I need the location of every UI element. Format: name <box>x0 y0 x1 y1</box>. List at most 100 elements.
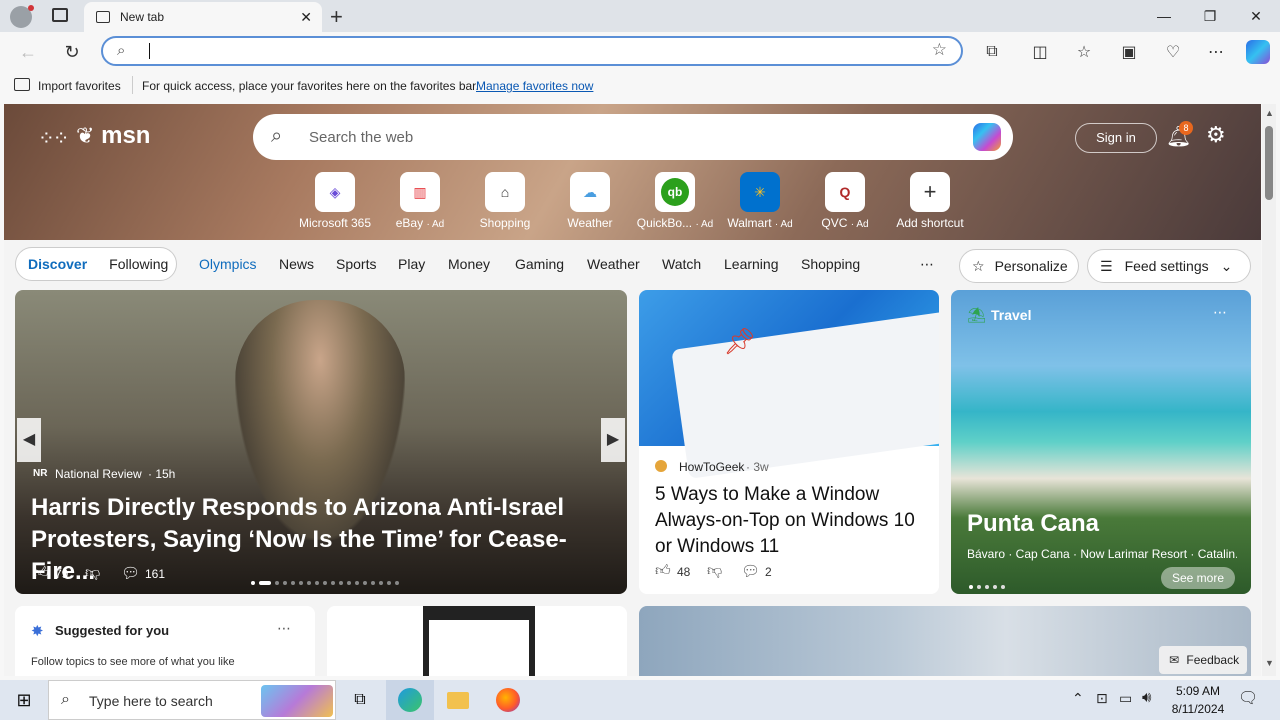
copilot-icon[interactable] <box>1246 40 1270 64</box>
more-options-icon[interactable]: ⋯ <box>277 620 291 637</box>
shortcut-weather[interactable]: ☁ Weather <box>548 172 632 230</box>
nav-play[interactable]: Play <box>398 256 425 272</box>
hero-article-card[interactable]: ◀ ▶ NR National Review · 15h Harris Dire… <box>15 290 627 594</box>
favorites-hint: For quick access, place your favorites h… <box>142 79 479 93</box>
see-more-button[interactable]: See more <box>1161 567 1235 589</box>
address-input[interactable] <box>149 43 150 59</box>
personalize-button[interactable]: ☆ Personalize <box>959 249 1079 283</box>
nav-more-icon[interactable]: ⋯ <box>920 256 934 273</box>
show-hidden-icons-chevron-icon[interactable]: ⌃ <box>1072 690 1084 707</box>
volume-icon[interactable]: 🔊︎ <box>1142 689 1151 706</box>
like-icon[interactable]: 👍︎ <box>33 564 49 582</box>
article-card[interactable]: 📌︎ HowToGeek · 3w 5 Ways to Make a Windo… <box>639 290 939 594</box>
firefox-button[interactable] <box>484 680 532 720</box>
manage-favorites-link[interactable]: Manage favorites now <box>476 79 593 93</box>
wide-article-card[interactable]: ✉ Feedback <box>639 606 1251 676</box>
travel-title[interactable]: Punta Cana <box>967 510 1099 538</box>
new-tab-button[interactable]: + <box>330 4 343 30</box>
msn-search-box[interactable]: ⌕ Search the web <box>253 114 1013 160</box>
product-card[interactable] <box>327 606 627 676</box>
scrollbar-thumb[interactable] <box>1265 126 1273 200</box>
start-button[interactable]: ⊞ <box>0 680 48 720</box>
comment-icon[interactable]: 💬︎ <box>741 562 760 580</box>
shortcut-shopping[interactable]: ⌂ Shopping <box>463 172 547 230</box>
nav-watch[interactable]: Watch <box>662 256 701 272</box>
travel-category[interactable]: Travel <box>991 307 1031 323</box>
article-source[interactable]: HowToGeek <box>679 460 744 474</box>
more-menu-icon[interactable]: ⋯ <box>1204 40 1228 64</box>
tab-title: New tab <box>120 10 165 24</box>
nav-money[interactable]: Money <box>448 256 490 272</box>
close-window-button[interactable]: ✕ <box>1233 0 1279 32</box>
close-tab-icon[interactable]: ✕ <box>300 9 312 26</box>
refresh-icon[interactable]: ↻ <box>60 40 84 64</box>
tab-discover[interactable]: Discover <box>28 256 87 272</box>
travel-carousel-dots[interactable] <box>969 576 1009 594</box>
shortcut-qvc[interactable]: Q QVC · Ad <box>803 172 887 230</box>
file-explorer-button[interactable] <box>434 680 482 720</box>
feedback-button[interactable]: ✉ Feedback <box>1159 646 1247 674</box>
carousel-dots[interactable] <box>251 572 403 590</box>
nav-gaming[interactable]: Gaming <box>515 256 564 272</box>
tab-following[interactable]: Following <box>109 256 168 272</box>
like-icon[interactable]: 👍︎ <box>655 562 671 580</box>
copilot-icon[interactable] <box>973 123 1001 151</box>
nav-learning[interactable]: Learning <box>724 256 779 272</box>
restore-button[interactable]: ❐ <box>1187 0 1233 32</box>
dislike-icon[interactable]: 👎︎ <box>85 564 100 582</box>
edge-taskbar-button[interactable] <box>386 680 434 720</box>
favorite-star-icon[interactable]: ☆ <box>932 40 947 60</box>
favorites-icon[interactable]: ☆ <box>1072 40 1096 64</box>
shortcut-microsoft-365[interactable]: ◈ Microsoft 365 <box>293 172 377 230</box>
notification-center-icon[interactable]: 🗨︎ <box>1238 688 1258 708</box>
clock-time[interactable]: 5:09 AM <box>1172 684 1224 698</box>
split-screen-icon[interactable]: ◫ <box>1028 40 1052 64</box>
clock-date[interactable]: 8/11/2024 <box>1166 702 1230 716</box>
nav-sports[interactable]: Sports <box>336 256 376 272</box>
task-view-button[interactable]: ⧉ <box>336 680 384 720</box>
tab-new-tab[interactable]: New tab ✕ <box>84 2 322 32</box>
extensions-icon[interactable]: ⧉ <box>980 40 1004 64</box>
scroll-up-arrow-icon[interactable]: ▲ <box>1265 108 1274 118</box>
shortcut-ebay[interactable]: ▥ eBay · Ad <box>378 172 462 230</box>
collections-icon[interactable]: ▣ <box>1117 40 1141 64</box>
source-logo: NR <box>33 468 48 479</box>
shortcut-walmart[interactable]: ✳ Walmart · Ad <box>718 172 802 230</box>
minimize-button[interactable]: — <box>1141 0 1187 32</box>
carousel-next-button[interactable]: ▶ <box>601 418 625 462</box>
meet-now-icon[interactable]: ⊡ <box>1096 690 1108 707</box>
browser-essentials-icon[interactable]: ♡ <box>1161 40 1185 64</box>
nav-weather[interactable]: Weather <box>587 256 640 272</box>
network-icon[interactable]: ▭ <box>1119 690 1132 707</box>
scroll-down-arrow-icon[interactable]: ▼ <box>1265 658 1274 668</box>
feed-toggle: Discover Following <box>15 247 177 281</box>
nav-shopping[interactable]: Shopping <box>801 256 860 272</box>
carousel-prev-button[interactable]: ◀ <box>17 418 41 462</box>
apps-grid-icon[interactable]: ⁘⁘ <box>38 126 69 151</box>
page-scrollbar[interactable]: ▲ ▼ <box>1262 104 1276 676</box>
more-options-icon[interactable]: ⋯ <box>1213 304 1227 321</box>
import-favorites-button[interactable]: Import favorites <box>38 79 121 93</box>
tab-actions-icon[interactable] <box>52 8 68 22</box>
import-favorites-icon[interactable] <box>14 78 30 91</box>
article-source[interactable]: National Review <box>55 467 142 481</box>
task-view-icon: ⧉ <box>354 691 366 708</box>
back-icon[interactable]: ← <box>16 40 40 64</box>
shortcut-quickbooks[interactable]: qb QuickBo... · Ad <box>633 172 717 230</box>
travel-card[interactable]: ⛱ Travel ⋯ Punta Cana Bávaro · Cap Cana … <box>951 290 1251 594</box>
article-title[interactable]: 5 Ways to Make a Window Always-on-Top on… <box>655 482 925 560</box>
taskbar-search-input[interactable]: Type here to search <box>89 693 213 709</box>
nav-news[interactable]: News <box>279 256 314 272</box>
firefox-icon <box>496 688 520 712</box>
address-bar[interactable]: ⌕ ☆ <box>101 36 963 66</box>
sign-in-button[interactable]: Sign in <box>1075 123 1157 153</box>
feed-settings-button[interactable]: ☰ Feed settings ⌄ <box>1087 249 1251 283</box>
settings-gear-icon[interactable]: ⚙ <box>1206 122 1226 148</box>
msn-search-input[interactable]: Search the web <box>309 129 413 146</box>
comment-icon[interactable]: 💬︎ <box>121 564 140 582</box>
taskbar-search-box[interactable]: ⌕ Type here to search <box>48 680 336 720</box>
msn-logo[interactable]: ❦ msn <box>76 122 150 150</box>
shortcut-add[interactable]: + Add shortcut <box>888 172 972 230</box>
dislike-icon[interactable]: 👎︎ <box>707 562 722 580</box>
nav-olympics[interactable]: Olympics <box>199 256 257 272</box>
